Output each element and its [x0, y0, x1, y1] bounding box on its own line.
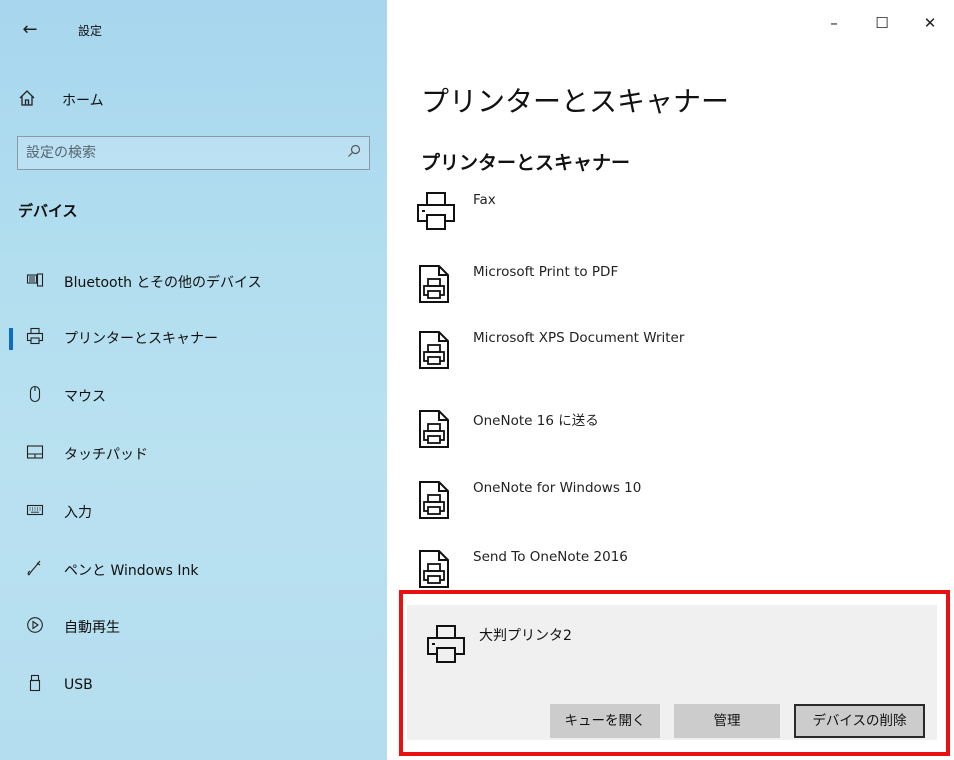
sidebar-item-mouse[interactable]: マウス	[0, 376, 387, 416]
section-title: プリンターとスキャナー	[421, 152, 631, 174]
window-controls: – ☐ ✕	[810, 10, 954, 36]
document-printer-icon	[419, 331, 449, 369]
bluetooth-devices-icon	[24, 271, 46, 293]
device-item-onenote-16[interactable]: OneNote 16 に送る	[415, 407, 935, 457]
device-name: Send To OneNote 2016	[473, 549, 628, 565]
close-button[interactable]: ✕	[906, 10, 954, 36]
sidebar-item-usb[interactable]: USB	[0, 665, 387, 705]
device-name: 大判プリンタ2	[479, 628, 572, 644]
maximize-button[interactable]: ☐	[858, 10, 906, 36]
printer-icon	[427, 625, 465, 663]
sidebar-item-autoplay[interactable]: 自動再生	[0, 607, 387, 647]
autoplay-icon	[24, 616, 46, 638]
device-item-print-to-pdf[interactable]: Microsoft Print to PDF	[415, 262, 935, 312]
selected-indicator	[9, 328, 13, 350]
sidebar-item-label: 自動再生	[64, 620, 120, 636]
settings-search-input[interactable]	[26, 145, 339, 161]
document-printer-icon	[419, 550, 449, 588]
device-name: OneNote for Windows 10	[473, 480, 642, 496]
manage-button[interactable]: 管理	[674, 704, 780, 738]
home-label: ホーム	[62, 93, 104, 109]
back-arrow-icon[interactable]: ←	[18, 18, 42, 42]
device-item-xps-writer[interactable]: Microsoft XPS Document Writer	[415, 328, 935, 378]
search-icon[interactable]	[339, 144, 369, 162]
selected-device-panel[interactable]: 大判プリンタ2 キューを開く 管理 デバイスの削除	[407, 605, 937, 740]
sidebar-item-label: タッチパッド	[64, 447, 148, 463]
sidebar-item-touchpad[interactable]: タッチパッド	[0, 434, 387, 474]
devices-section-heading: デバイス	[18, 202, 78, 220]
device-item-fax[interactable]: Fax	[415, 190, 935, 240]
device-name: Microsoft XPS Document Writer	[473, 330, 685, 346]
sidebar-item-label: 入力	[64, 505, 92, 521]
minimize-button[interactable]: –	[810, 10, 858, 36]
main-content: – ☐ ✕ プリンターとスキャナー プリンターとスキャナー Fax Micros…	[387, 0, 954, 760]
printer-icon	[24, 327, 46, 349]
sidebar-item-input[interactable]: 入力	[0, 492, 387, 532]
sidebar-item-printers[interactable]: プリンターとスキャナー	[0, 318, 387, 358]
document-printer-icon	[419, 265, 449, 303]
sidebar-item-label: USB	[64, 677, 93, 693]
usb-icon	[24, 674, 46, 696]
document-printer-icon	[419, 410, 449, 448]
sidebar-item-label: Bluetooth とその他のデバイス	[64, 275, 262, 291]
pen-icon	[24, 559, 46, 581]
printer-icon	[417, 192, 455, 230]
sidebar-item-label: ペンと Windows Ink	[64, 563, 199, 579]
home-link[interactable]: ホーム	[18, 86, 104, 114]
device-item-onenote-win10[interactable]: OneNote for Windows 10	[415, 478, 935, 528]
remove-device-button[interactable]: デバイスの削除	[794, 704, 925, 738]
home-icon	[18, 89, 42, 112]
page-title: プリンターとスキャナー	[421, 85, 730, 118]
device-name: OneNote 16 に送る	[473, 413, 599, 429]
window-title: 設定	[78, 24, 103, 38]
sidebar-item-label: マウス	[64, 389, 106, 405]
keyboard-icon	[24, 501, 46, 523]
sidebar-item-pen[interactable]: ペンと Windows Ink	[0, 550, 387, 590]
sidebar-item-label: プリンターとスキャナー	[64, 331, 218, 347]
mouse-icon	[24, 385, 46, 407]
open-queue-button[interactable]: キューを開く	[550, 704, 660, 738]
document-printer-icon	[419, 481, 449, 519]
device-name: Microsoft Print to PDF	[473, 264, 619, 280]
touchpad-icon	[24, 443, 46, 465]
settings-search-box[interactable]	[17, 136, 370, 170]
sidebar-item-bluetooth[interactable]: Bluetooth とその他のデバイス	[0, 262, 387, 302]
device-name: Fax	[473, 192, 496, 208]
settings-window: ← 設定 ホーム デバイス Bluetooth とその他のデバイス	[0, 0, 954, 760]
device-item-send-to-onenote[interactable]: Send To OneNote 2016	[415, 547, 935, 597]
sidebar: ← 設定 ホーム デバイス Bluetooth とその他のデバイス	[0, 0, 387, 760]
